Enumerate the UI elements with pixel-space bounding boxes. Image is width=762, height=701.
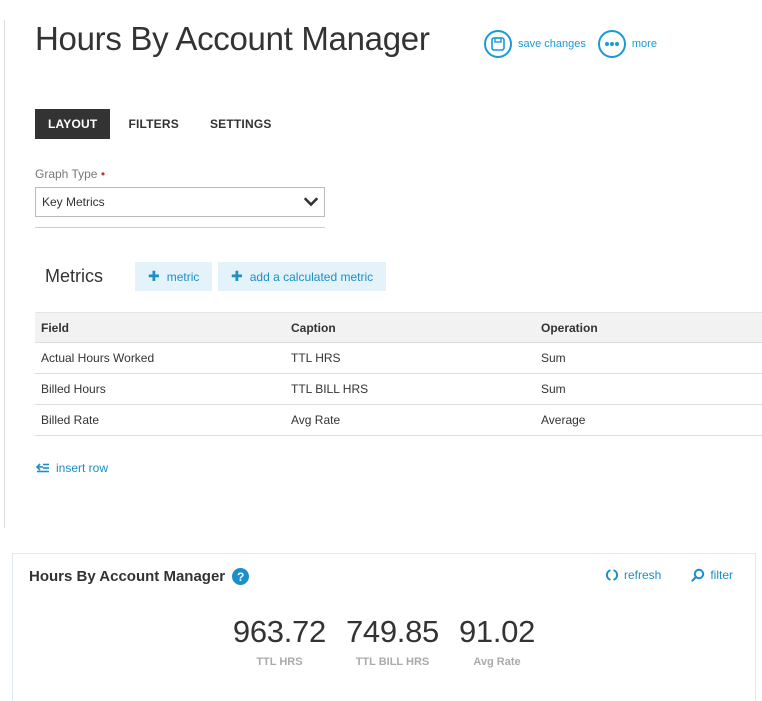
tab-settings[interactable]: SETTINGS bbox=[197, 109, 285, 139]
cell-field: Actual Hours Worked bbox=[41, 351, 155, 365]
save-changes-label: save changes bbox=[518, 38, 586, 50]
widget-actions: refresh filter bbox=[575, 568, 733, 582]
column-header-field: Field bbox=[41, 320, 70, 335]
save-icon bbox=[484, 30, 512, 58]
add-calculated-metric-label: add a calculated metric bbox=[249, 269, 374, 284]
insert-row-icon bbox=[36, 463, 49, 473]
column-header-caption: Caption bbox=[291, 320, 336, 335]
column-header-operation: Operation bbox=[541, 320, 598, 335]
cell-operation: Sum bbox=[541, 382, 566, 396]
widget-title-text: Hours By Account Manager bbox=[29, 568, 226, 585]
plus-icon: ✚ bbox=[231, 268, 243, 284]
refresh-button[interactable]: refresh bbox=[605, 568, 661, 582]
plus-icon: ✚ bbox=[148, 268, 160, 284]
table-row[interactable]: Actual Hours Worked TTL HRS Sum bbox=[35, 343, 762, 374]
stat-ttl-bill-hrs: 749.85 TTL BILL HRS bbox=[346, 614, 439, 668]
cell-caption: Avg Rate bbox=[291, 413, 341, 427]
metrics-title: Metrics bbox=[45, 266, 103, 286]
more-button[interactable]: more bbox=[597, 30, 657, 58]
cell-caption: TTL BILL HRS bbox=[291, 382, 369, 396]
stats-row: 963.72 TTL HRS 749.85 TTL BILL HRS 91.02… bbox=[13, 614, 755, 668]
left-divider bbox=[4, 20, 5, 528]
tab-filters[interactable]: FILTERS bbox=[115, 109, 192, 139]
required-marker: • bbox=[100, 167, 106, 181]
graph-type-select[interactable]: Key Metrics bbox=[35, 187, 325, 217]
header-actions: save changes more bbox=[484, 30, 669, 58]
stat-value: 963.72 bbox=[232, 614, 326, 649]
filter-button[interactable]: filter bbox=[691, 568, 733, 582]
cell-field: Billed Hours bbox=[41, 382, 106, 396]
stat-caption: TTL HRS bbox=[256, 656, 303, 668]
add-calculated-metric-button[interactable]: ✚ add a calculated metric bbox=[218, 262, 387, 291]
table-row[interactable]: Billed Rate Avg Rate Average bbox=[35, 405, 762, 436]
insert-row-link[interactable]: insert row bbox=[36, 461, 108, 475]
cell-operation: Average bbox=[541, 413, 586, 427]
cell-field: Billed Rate bbox=[41, 413, 100, 427]
widget-title: Hours By Account Manager ? bbox=[29, 568, 250, 585]
refresh-label: refresh bbox=[623, 568, 662, 582]
help-icon[interactable]: ? bbox=[232, 568, 250, 585]
metrics-table: Field Caption Operation Actual Hours Wor… bbox=[35, 312, 762, 436]
graph-type-value: Key Metrics bbox=[42, 195, 105, 209]
save-changes-button[interactable]: save changes bbox=[484, 30, 586, 58]
table-row[interactable]: Billed Hours TTL BILL HRS Sum bbox=[35, 374, 762, 405]
more-label: more bbox=[631, 38, 657, 50]
tab-bar: LAYOUT FILTERS SETTINGS bbox=[35, 109, 290, 139]
cell-operation: Sum bbox=[541, 351, 566, 365]
filter-label: filter bbox=[710, 568, 733, 582]
cell-caption: TTL HRS bbox=[291, 351, 341, 365]
page-title: Hours By Account Manager bbox=[35, 20, 430, 57]
stat-caption: TTL BILL HRS bbox=[355, 656, 430, 668]
stat-avg-rate: 91.02 Avg Rate bbox=[459, 614, 535, 668]
table-header: Field Caption Operation bbox=[35, 312, 762, 343]
tab-layout[interactable]: LAYOUT bbox=[35, 109, 111, 139]
graph-type-label-text: Graph Type bbox=[35, 167, 98, 181]
add-metric-label: metric bbox=[166, 269, 200, 284]
divider bbox=[35, 227, 325, 228]
graph-type-label: Graph Type • bbox=[35, 167, 105, 181]
stat-value: 749.85 bbox=[345, 614, 439, 649]
refresh-icon bbox=[605, 569, 618, 581]
insert-row-label: insert row bbox=[56, 461, 109, 475]
chevron-down-icon bbox=[304, 197, 318, 207]
add-metric-button[interactable]: ✚ metric bbox=[135, 262, 213, 291]
search-icon bbox=[691, 568, 705, 582]
stat-ttl-hrs: 963.72 TTL HRS bbox=[233, 614, 326, 668]
more-icon bbox=[597, 30, 626, 58]
stat-caption: Avg Rate bbox=[473, 656, 521, 668]
stat-value: 91.02 bbox=[458, 614, 536, 649]
key-metrics-widget: Hours By Account Manager ? refresh filte… bbox=[12, 553, 756, 701]
